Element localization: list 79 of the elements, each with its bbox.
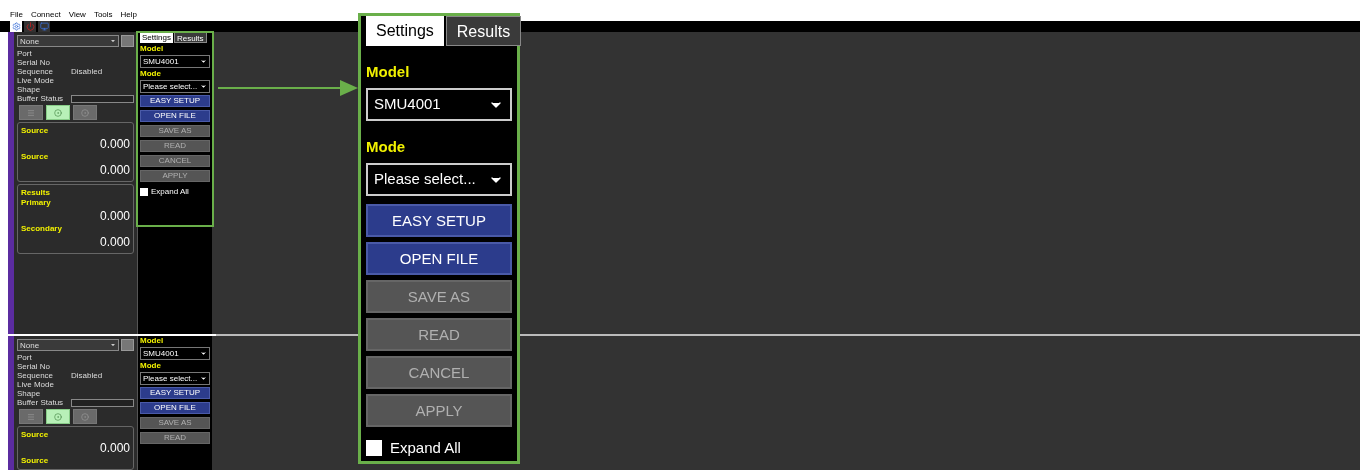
caret-icon — [200, 375, 207, 382]
list-icon — [27, 412, 35, 421]
toolbar-button[interactable] — [10, 21, 22, 33]
info-label: Port — [17, 353, 33, 362]
source-value: 0.000 — [99, 440, 130, 456]
device-dropdown[interactable]: None — [17, 35, 119, 48]
action-button[interactable]: OPEN FILE — [140, 402, 210, 414]
checkbox-label: Expand All — [151, 186, 189, 199]
checkbox-label: Expand All — [390, 438, 461, 458]
model-dropdown[interactable]: SMU4001 — [366, 88, 512, 121]
source-label: Source — [21, 126, 50, 137]
result-label: Secondary — [21, 224, 63, 235]
info-label: Port — [17, 49, 33, 59]
info-value: Disabled — [71, 67, 103, 77]
caret-icon — [110, 38, 116, 45]
menu-item[interactable]: Help — [120, 10, 138, 21]
power-icon — [25, 22, 35, 32]
mode-dropdown[interactable]: Please select... — [140, 372, 210, 385]
menu-item[interactable]: View — [68, 10, 86, 21]
info-label: Serial No — [17, 362, 51, 371]
mode-label: Mode — [140, 69, 162, 80]
info-label: Shape — [17, 85, 42, 95]
info-label: Serial No — [17, 58, 51, 68]
caret-icon — [200, 58, 207, 66]
result-value: 0.000 — [99, 208, 130, 225]
source-value: 0.000 — [99, 136, 130, 153]
target-icon — [54, 108, 62, 117]
caret-icon — [110, 342, 116, 348]
menu-item[interactable]: Connect — [30, 10, 61, 21]
model-label: Model — [366, 62, 411, 82]
caret-icon — [200, 350, 207, 357]
tab[interactable]: Results — [173, 32, 207, 44]
action-button[interactable]: OPEN FILE — [140, 110, 210, 123]
mode-button[interactable] — [46, 105, 70, 121]
buffer-status-field — [71, 398, 134, 407]
action-button[interactable]: EASY SETUP — [140, 387, 210, 399]
result-label: Primary — [21, 198, 52, 209]
model-label: Model — [140, 336, 165, 346]
menu-item[interactable]: File — [10, 10, 23, 21]
source-label: Source — [21, 152, 50, 163]
info-label: Live Mode — [17, 380, 55, 389]
info-value: Disabled — [71, 371, 103, 380]
list-icon — [27, 108, 35, 117]
action-button[interactable]: EASY SETUP — [140, 95, 210, 108]
tab[interactable]: Results — [445, 16, 522, 46]
caret-icon — [200, 83, 207, 91]
buffer-status-field — [71, 94, 134, 103]
mode-label: Mode — [366, 137, 407, 157]
results-title: Results — [21, 188, 51, 199]
info-label: Shape — [17, 389, 42, 398]
mode-label: Mode — [140, 361, 162, 371]
action-button[interactable]: OPEN FILE — [366, 242, 512, 275]
info-label: Sequence — [17, 371, 55, 380]
tab[interactable]: Settings — [366, 16, 444, 46]
checkbox[interactable] — [140, 188, 148, 197]
info-label: Sequence — [17, 67, 55, 77]
monitor-icon — [39, 22, 49, 32]
checkbox[interactable] — [366, 440, 382, 457]
model-dropdown[interactable]: SMU4001 — [140, 347, 210, 360]
gear-icon — [11, 22, 21, 32]
source-value: 0.000 — [99, 162, 130, 179]
device-settings-button[interactable] — [121, 35, 134, 48]
mode-dropdown[interactable]: Please select... — [366, 163, 512, 196]
mode-dropdown[interactable]: Please select... — [140, 80, 210, 94]
info-label: Buffer Status — [17, 398, 65, 407]
action-button[interactable]: EASY SETUP — [366, 204, 512, 237]
menu-item[interactable]: Tools — [93, 10, 113, 21]
source-label: Source — [21, 430, 50, 440]
model-label: Model — [140, 44, 165, 55]
info-label: Buffer Status — [17, 94, 65, 104]
result-value: 0.000 — [99, 234, 130, 251]
source-label: Source — [21, 456, 50, 466]
target-icon — [81, 108, 89, 117]
info-label: Live Mode — [17, 76, 55, 86]
target-icon — [54, 412, 62, 421]
target-icon — [81, 412, 89, 421]
tab[interactable]: Settings — [140, 32, 173, 44]
device-dropdown[interactable]: None — [17, 339, 119, 351]
model-dropdown[interactable]: SMU4001 — [140, 55, 210, 69]
